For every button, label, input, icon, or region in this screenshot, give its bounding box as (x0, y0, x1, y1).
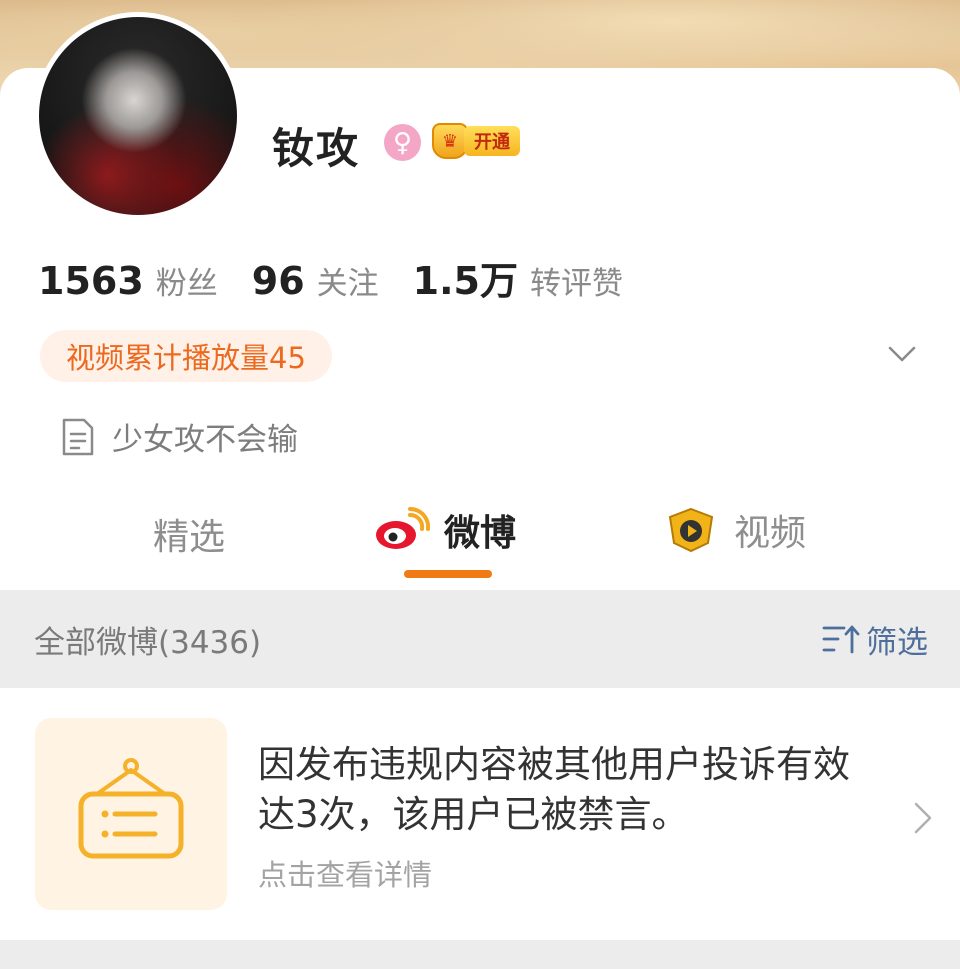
vip-open-badge[interactable]: ♛ 开通 (432, 122, 532, 160)
notice-thumbnail (35, 718, 227, 910)
tab-featured[interactable]: 精选 (153, 508, 225, 560)
filter-sort-icon (822, 625, 860, 654)
filter-label: 筛选 (866, 624, 928, 661)
notice-text: 因发布违规内容被其他用户投诉有效达3次，该用户已被禁言。 (258, 743, 850, 836)
stat-followers[interactable]: 1563 粉丝 (38, 258, 218, 303)
stat-value: 1.5万 (412, 259, 518, 303)
profile-name: 钕攻 (272, 124, 361, 173)
stat-value: 1563 (38, 259, 144, 303)
notice-detail-link[interactable]: 点击查看详情 (258, 852, 432, 894)
feed-filter-bar: 全部微博(3436) 筛选 (0, 590, 960, 688)
notice-board-icon (78, 758, 184, 859)
avatar-image (39, 17, 237, 215)
tab-video[interactable]: 视频 (664, 504, 806, 556)
crown-icon: ♛ (432, 123, 468, 159)
profile-bio: 少女攻不会输 (60, 414, 298, 459)
weibo-logo-icon (376, 507, 430, 549)
female-icon: ♀ (384, 124, 421, 161)
tab-label: 微博 (444, 513, 517, 554)
stat-following[interactable]: 96 关注 (252, 258, 379, 303)
stat-label: 转评赞 (529, 266, 623, 302)
profile-stats: 1563 粉丝 96 关注 1.5万 转评赞 (38, 250, 657, 305)
video-play-count-badge[interactable]: 视频累计播放量45 (40, 330, 332, 382)
chevron-right-icon[interactable] (910, 800, 936, 836)
profile-tabs: 精选 微博 视频 (0, 500, 960, 570)
vip-open-label: 开通 (464, 126, 520, 156)
all-posts-count: 全部微博(3436) (34, 624, 262, 661)
document-icon (62, 418, 94, 455)
bio-text: 少女攻不会输 (112, 422, 298, 458)
stat-label: 粉丝 (155, 266, 218, 302)
tab-label: 视频 (734, 513, 807, 554)
stat-label: 关注 (316, 266, 379, 302)
filter-button[interactable]: 筛选 (822, 617, 928, 662)
ban-notice-card[interactable]: 因发布违规内容被其他用户投诉有效达3次，该用户已被禁言。 点击查看详情 (0, 688, 960, 940)
active-tab-indicator (404, 570, 492, 578)
stat-value: 96 (251, 259, 305, 303)
chevron-down-icon[interactable] (886, 338, 918, 370)
stat-interactions[interactable]: 1.5万 转评赞 (413, 250, 623, 305)
avatar[interactable] (34, 12, 242, 220)
tab-weibo[interactable]: 微博 (374, 504, 516, 556)
tab-label: 精选 (153, 517, 226, 558)
video-tab-icon (668, 507, 714, 553)
